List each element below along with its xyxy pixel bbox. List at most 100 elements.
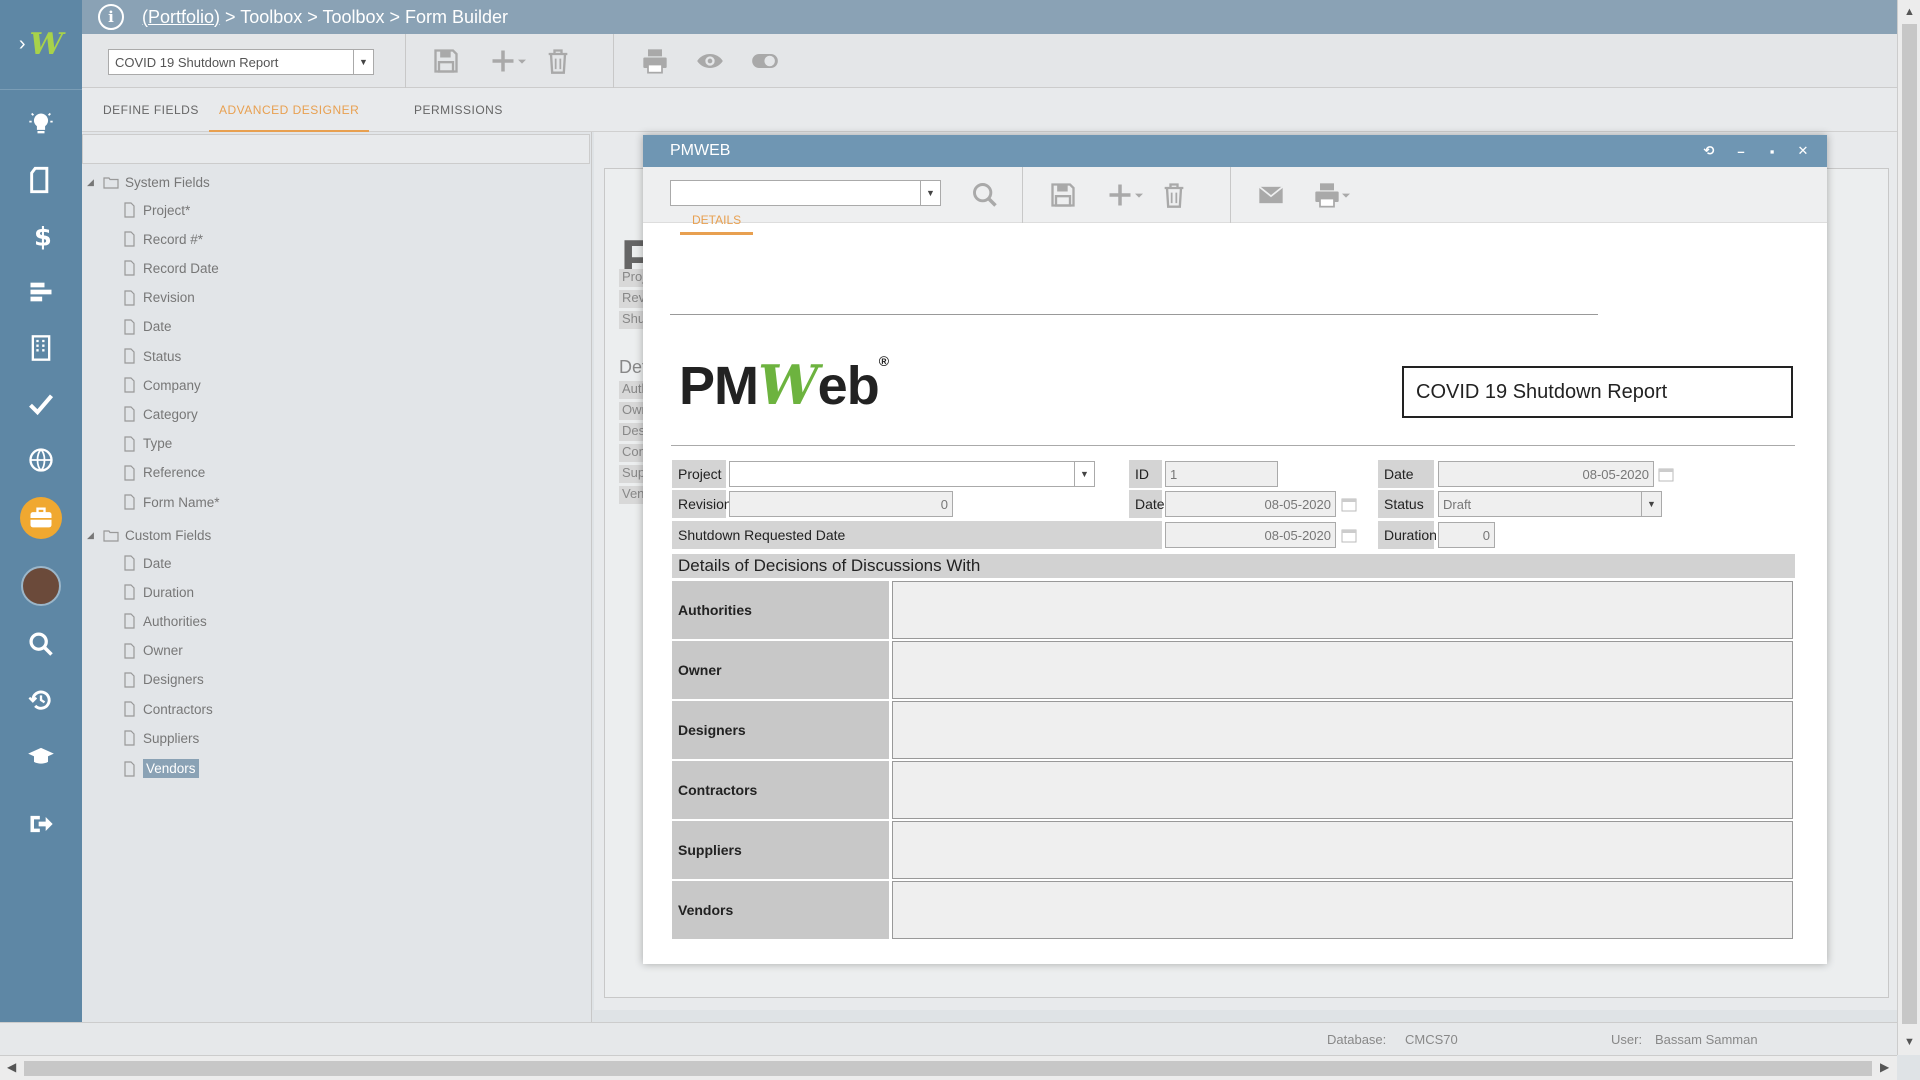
breadcrumb-path: > Toolbox > Toolbox > Form Builder: [220, 6, 509, 27]
file-icon: [124, 406, 135, 422]
detail-row-textarea[interactable]: [892, 641, 1793, 699]
tree-field-item[interactable]: Company: [121, 377, 201, 393]
close-icon[interactable]: ✕: [1793, 135, 1813, 167]
globe-icon[interactable]: [21, 440, 61, 480]
maximize-icon[interactable]: ▪: [1762, 135, 1782, 167]
delete-trash-icon[interactable]: [1158, 179, 1190, 211]
chevron-down-icon[interactable]: ▼: [920, 181, 940, 205]
tab-permissions[interactable]: PERMISSIONS: [414, 88, 503, 132]
detail-row-textarea[interactable]: [892, 881, 1793, 939]
tree-field-item[interactable]: Status: [121, 348, 181, 364]
tree-field-item[interactable]: Suppliers: [121, 730, 199, 746]
tab-advanced-designer[interactable]: ADVANCED DESIGNER: [209, 88, 370, 132]
tree-field-item[interactable]: Owner: [121, 642, 183, 659]
tree-field-item[interactable]: Duration: [121, 584, 194, 600]
print-dropdown-chevron-icon[interactable]: [1338, 179, 1354, 211]
minimize-icon[interactable]: –: [1731, 135, 1751, 167]
history-icon[interactable]: [21, 680, 61, 720]
horizontal-scrollbar[interactable]: ◀ ▶: [0, 1055, 1897, 1080]
tree-field-item[interactable]: Authorities: [121, 613, 207, 629]
dollar-icon[interactable]: $: [21, 216, 61, 256]
collapse-triangle-icon[interactable]: ◢: [87, 530, 97, 541]
refresh-icon[interactable]: ⟲: [1699, 135, 1719, 167]
calendar-icon[interactable]: [1341, 527, 1357, 543]
user-avatar[interactable]: [21, 566, 61, 606]
expand-chevron-icon[interactable]: ›: [19, 33, 26, 56]
file-icon: [124, 202, 135, 218]
tree-field-item[interactable]: Revision: [121, 289, 195, 306]
tree-field-item[interactable]: Record #*: [121, 231, 203, 247]
calendar-icon[interactable]: [1341, 496, 1357, 512]
detail-row-textarea[interactable]: [892, 821, 1793, 879]
date-field[interactable]: 08-05-2020: [1165, 491, 1336, 517]
document-icon[interactable]: [21, 160, 61, 200]
toolbar-divider: [405, 34, 406, 88]
scroll-up-arrow-icon[interactable]: ▲: [1904, 6, 1915, 18]
tab-define-fields[interactable]: DEFINE FIELDS: [103, 88, 199, 132]
tree-field-item[interactable]: Reference: [121, 465, 205, 481]
toolbox-briefcase-icon[interactable]: [20, 497, 62, 539]
lightbulb-icon[interactable]: [21, 104, 61, 144]
calendar-icon[interactable]: [1658, 466, 1674, 482]
print-icon[interactable]: [639, 45, 671, 77]
preview-eye-icon[interactable]: [694, 45, 726, 77]
shutdown-date-field[interactable]: 08-05-2020: [1165, 522, 1336, 548]
horizontal-scroll-thumb[interactable]: [24, 1061, 1872, 1076]
detail-row-textarea[interactable]: [892, 701, 1793, 759]
tree-field-item[interactable]: Form Name*: [121, 494, 220, 510]
detail-row-textarea[interactable]: [892, 761, 1793, 819]
tree-field-item[interactable]: Record Date: [121, 260, 219, 276]
project-select[interactable]: ▼: [729, 461, 1095, 487]
vertical-scroll-thumb[interactable]: [1902, 24, 1917, 1024]
collapse-triangle-icon[interactable]: ◢: [87, 177, 97, 188]
pmweb-logo: PMWeb®: [679, 353, 889, 417]
toggle-switch-icon[interactable]: [749, 45, 781, 77]
tree-field-item[interactable]: Project*: [121, 202, 190, 218]
duration-field[interactable]: 0: [1438, 522, 1495, 548]
tree-field-item[interactable]: Contractors: [121, 701, 213, 717]
scroll-down-arrow-icon[interactable]: ▼: [1904, 1036, 1915, 1048]
building-icon[interactable]: [21, 328, 61, 368]
tree-field-item[interactable]: Type: [121, 435, 172, 452]
tree-folder[interactable]: ◢ System Fields: [87, 174, 210, 190]
scroll-right-arrow-icon[interactable]: ▶: [1880, 1060, 1889, 1074]
form-select-dropdown[interactable]: COVID 19 Shutdown Report ▼: [108, 49, 374, 75]
scroll-left-arrow-icon[interactable]: ◀: [7, 1060, 16, 1074]
record-date-field[interactable]: 08-05-2020: [1438, 461, 1654, 487]
delete-trash-icon[interactable]: [542, 45, 574, 77]
vertical-scrollbar[interactable]: ▲ ▼: [1897, 0, 1920, 1055]
email-icon[interactable]: [1255, 179, 1287, 211]
tree-field-item[interactable]: Date: [121, 555, 172, 571]
search-icon[interactable]: [21, 624, 61, 664]
revision-field[interactable]: 0: [729, 491, 953, 517]
save-icon[interactable]: [430, 45, 462, 77]
checkmark-icon[interactable]: [21, 384, 61, 424]
chevron-down-icon[interactable]: ▼: [353, 50, 373, 74]
breadcrumb-portfolio-link[interactable]: (Portfolio): [142, 7, 220, 28]
status-select[interactable]: Draft ▼: [1438, 491, 1662, 517]
app-logo[interactable]: › W: [0, 0, 82, 90]
tree-field-label: Designers: [143, 672, 204, 688]
chevron-down-icon[interactable]: ▼: [1074, 462, 1094, 486]
detail-row-textarea[interactable]: [892, 581, 1793, 639]
tab-details[interactable]: DETAILS: [680, 205, 754, 235]
add-dropdown-chevron-icon[interactable]: [514, 45, 530, 77]
tree-field-item[interactable]: Vendors: [121, 759, 199, 779]
file-icon: [124, 319, 135, 335]
info-icon[interactable]: i: [98, 4, 124, 30]
chevron-down-icon[interactable]: ▼: [1641, 492, 1661, 516]
tree-folder[interactable]: ◢ Custom Fields: [87, 527, 211, 543]
save-icon[interactable]: [1047, 179, 1079, 211]
logout-icon[interactable]: [21, 804, 61, 844]
id-field[interactable]: 1: [1165, 461, 1278, 487]
schedule-bars-icon[interactable]: [21, 272, 61, 312]
search-icon[interactable]: [969, 179, 1001, 211]
tree-field-item[interactable]: Category: [121, 406, 198, 422]
tree-field-item[interactable]: Designers: [121, 672, 204, 688]
record-select-dropdown[interactable]: ▼: [670, 180, 941, 206]
graduation-cap-icon[interactable]: [21, 736, 61, 776]
add-dropdown-chevron-icon[interactable]: [1131, 179, 1147, 211]
tree-folder-label: Custom Fields: [125, 527, 212, 543]
tree-field-item[interactable]: Date: [121, 319, 172, 335]
tree-search-input[interactable]: [82, 134, 590, 164]
